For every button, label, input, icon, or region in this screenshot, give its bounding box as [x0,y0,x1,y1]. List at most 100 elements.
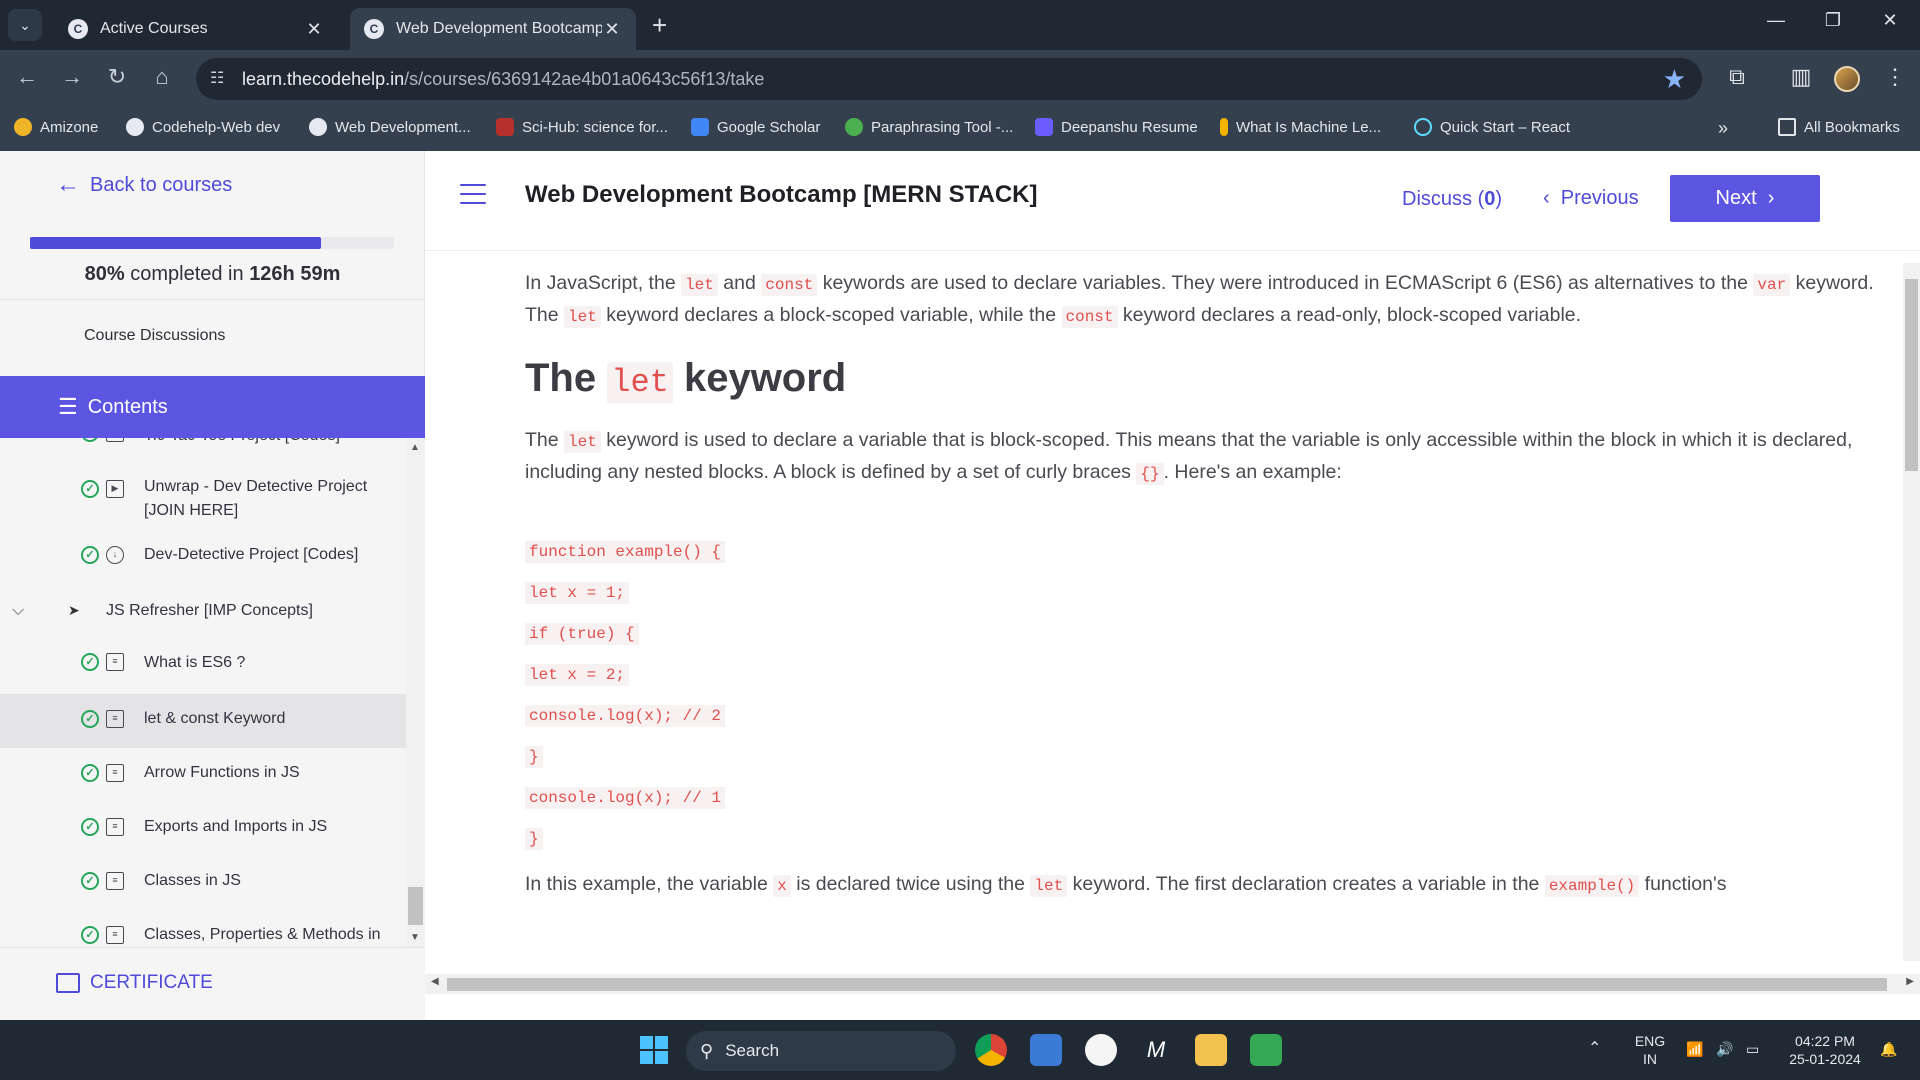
discuss-button[interactable]: Discuss (0) [1402,188,1502,211]
bookmark-amizone[interactable]: Amizone [14,118,98,136]
bookmark-quick-start-react[interactable]: Quick Start – React [1414,118,1570,136]
side-panel-icon[interactable]: ▥ [1786,64,1816,90]
forward-arrow-icon[interactable]: → [57,64,87,90]
lesson-item[interactable]: ✓ ▶ Tic-Tac-Toe Project [Codes] [0,438,406,454]
more-bookmarks-icon[interactable]: » [1718,118,1728,139]
chrome-icon[interactable] [975,1034,1007,1066]
course-discussions-link[interactable]: Course Discussions [84,327,225,345]
google-meet-icon[interactable] [1250,1034,1282,1066]
url-text[interactable]: learn.thecodehelp.in/s/courses/6369142ae… [242,69,764,90]
close-icon[interactable]: ✕ [304,19,324,40]
react-icon [1414,118,1432,136]
chevron-right-icon: › [1767,187,1775,209]
new-tab-button[interactable]: + [652,10,667,41]
site-info-icon[interactable]: ☷ [210,68,234,90]
section-js-refresher[interactable]: ⌵ ➤ JS Refresher [IMP Concepts] [0,596,406,636]
sidebar-scrollbar[interactable]: ▲ ▼ [406,438,425,947]
wifi-icon[interactable]: 📶 [1686,1040,1703,1058]
scrollbar-thumb[interactable] [1905,279,1918,471]
tab-web-dev-bootcamp[interactable]: C Web Development Bootcamp [M ✕ [350,8,636,50]
back-to-courses-link[interactable]: ← Back to courses [56,171,232,199]
quillbot-icon [845,118,863,136]
lesson-item[interactable]: ✓ ≡ Exports and Imports in JS [0,802,406,856]
section-heading: The let keyword [525,356,847,403]
code-line: console.log(x); // 2 [525,705,726,727]
close-icon[interactable]: ✕ [602,19,622,40]
notification-bell-icon[interactable]: 🔔 [1880,1040,1897,1058]
language-indicator[interactable]: ENG IN [1630,1032,1670,1068]
arrow-left-icon: ← [56,171,80,198]
check-circle-icon: ✓ [81,926,99,944]
bookmark-star-icon[interactable]: ★ [1663,64,1686,95]
window-close-icon[interactable]: ✕ [1870,10,1910,31]
m-app-icon[interactable]: M [1140,1034,1172,1066]
certificate-link[interactable]: CERTIFICATE [56,972,213,994]
tab-active-courses[interactable]: C Active Courses ✕ [54,8,338,50]
bookmark-deepanshu-resume[interactable]: Deepanshu Resume [1035,118,1198,136]
article-scrollbar[interactable] [1903,263,1920,961]
clock[interactable]: 04:22 PM 25-01-2024 [1780,1032,1870,1068]
document-icon: ≡ [106,653,124,671]
course-player-page: ← Back to courses 80% completed in 126h … [0,151,1920,1020]
more-menu-icon[interactable]: ⋮ [1880,64,1910,90]
certificate-icon [56,973,80,993]
bookmark-web-development[interactable]: Web Development... [309,118,471,136]
lesson-item[interactable]: ✓ ≡ Arrow Functions in JS [0,748,406,802]
back-arrow-icon[interactable]: ← [12,64,42,90]
code-line: } [525,828,543,850]
battery-icon[interactable]: ▭ [1746,1040,1759,1058]
lesson-item[interactable]: ✓ ≡ What is ES6 ? [0,640,406,690]
profile-avatar[interactable] [1834,66,1860,92]
bookmark-paraphrasing-tool[interactable]: Paraphrasing Tool -... [845,118,1013,136]
microsoft-store-icon[interactable] [1030,1034,1062,1066]
bookmark-machine-learning[interactable]: What Is Machine Le... [1220,118,1381,136]
bookmark-codehelp[interactable]: Codehelp-Web dev [126,118,280,136]
lesson-item[interactable]: ✓ ≡ Classes in JS [0,856,406,910]
lesson-item-active[interactable]: ✓ ≡ let & const Keyword [0,694,406,748]
tab-title: Active Courses [100,20,208,37]
code-block: function example() { let x = 1; if (true… [525,541,1877,869]
sidebar-footer: CERTIFICATE [0,947,425,1020]
address-bar[interactable]: ☷ learn.thecodehelp.in/s/courses/6369142… [196,58,1702,100]
lesson-item[interactable]: ✓ ≡ Classes, Properties & Methods in [0,910,406,947]
extensions-icon[interactable]: ⧉ [1722,64,1752,90]
scroll-down-icon[interactable]: ▼ [410,932,420,943]
codehelp-icon [126,118,144,136]
scroll-right-icon[interactable]: ▶ [1906,976,1914,987]
taskbar-search[interactable]: ⚲ Search [686,1031,956,1071]
cloud-download-icon: ↓ [106,546,124,564]
check-circle-icon: ✓ [81,818,99,836]
horizontal-scrollbar[interactable]: ◀ ▶ [425,974,1920,994]
course-title: Web Development Bootcamp [MERN STACK] [525,181,1038,208]
scroll-up-icon[interactable]: ▲ [410,442,420,453]
windows-start-icon[interactable] [640,1036,668,1064]
all-bookmarks[interactable]: All Bookmarks [1778,118,1900,136]
next-button[interactable]: Next › [1670,175,1820,222]
intro-paragraph: In JavaScript, the let and const keyword… [525,272,1874,328]
minimize-icon[interactable]: — [1756,10,1796,31]
home-icon[interactable]: ⌂ [147,64,177,90]
show-hidden-icons[interactable]: ⌃ [1588,1040,1601,1058]
lesson-item[interactable]: ✓ ▶ Unwrap - Dev Detective Project [JOIN… [0,464,406,530]
tab-search-button[interactable]: ⌄ [8,9,42,41]
hamburger-menu-icon[interactable] [460,184,486,204]
amizone-icon [14,118,32,136]
file-explorer-icon[interactable] [1195,1034,1227,1066]
restore-icon[interactable]: ❐ [1813,10,1853,31]
volume-icon[interactable]: 🔊 [1716,1040,1733,1058]
scroll-left-icon[interactable]: ◀ [431,976,439,987]
document-icon: ≡ [106,710,124,728]
lesson-item[interactable]: ✓ ↓ Dev-Detective Project [Codes] [0,540,406,584]
bookmark-google-scholar[interactable]: Google Scholar [691,118,820,136]
scrollbar-thumb[interactable] [447,978,1887,991]
google-scholar-icon [691,118,709,136]
scrollbar-thumb[interactable] [408,887,423,925]
previous-button[interactable]: ‹ Previous [1543,187,1639,210]
example-paragraph: In this example, the variable x is decla… [525,873,1727,897]
video-icon: ▶ [106,480,124,498]
bookmark-sci-hub[interactable]: Sci-Hub: science for... [496,118,668,136]
reload-icon[interactable]: ↻ [102,64,132,90]
progress-text: 80% completed in 126h 59m [84,263,341,285]
contents-header[interactable]: ☰ Contents [0,376,425,438]
app-icon[interactable] [1085,1034,1117,1066]
